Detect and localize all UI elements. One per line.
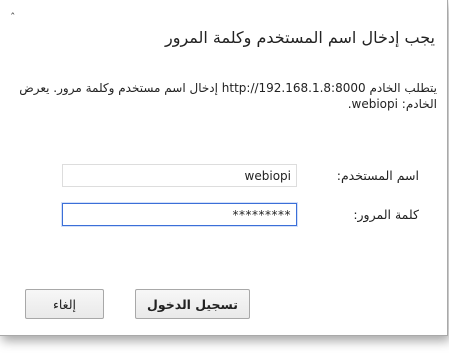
password-input[interactable]: [62, 203, 297, 226]
auth-dialog: ˆ يجب إدخال اسم المستخدم وكلمة المرور يت…: [0, 0, 448, 336]
cancel-button[interactable]: إلغاء: [25, 289, 104, 319]
page: ˆ يجب إدخال اسم المستخدم وكلمة المرور يت…: [0, 0, 449, 353]
password-label: كلمة المرور:: [353, 207, 419, 222]
dialog-message: يتطلب الخادم http://192.168.1.8:8000 إدخ…: [19, 81, 437, 111]
username-input[interactable]: [62, 164, 297, 187]
close-icon[interactable]: ˆ: [10, 12, 18, 23]
dialog-title: يجب إدخال اسم المستخدم وكلمة المرور: [164, 28, 435, 47]
login-button[interactable]: تسجيل الدخول: [135, 289, 250, 319]
username-label: اسم المستخدم:: [336, 168, 419, 183]
